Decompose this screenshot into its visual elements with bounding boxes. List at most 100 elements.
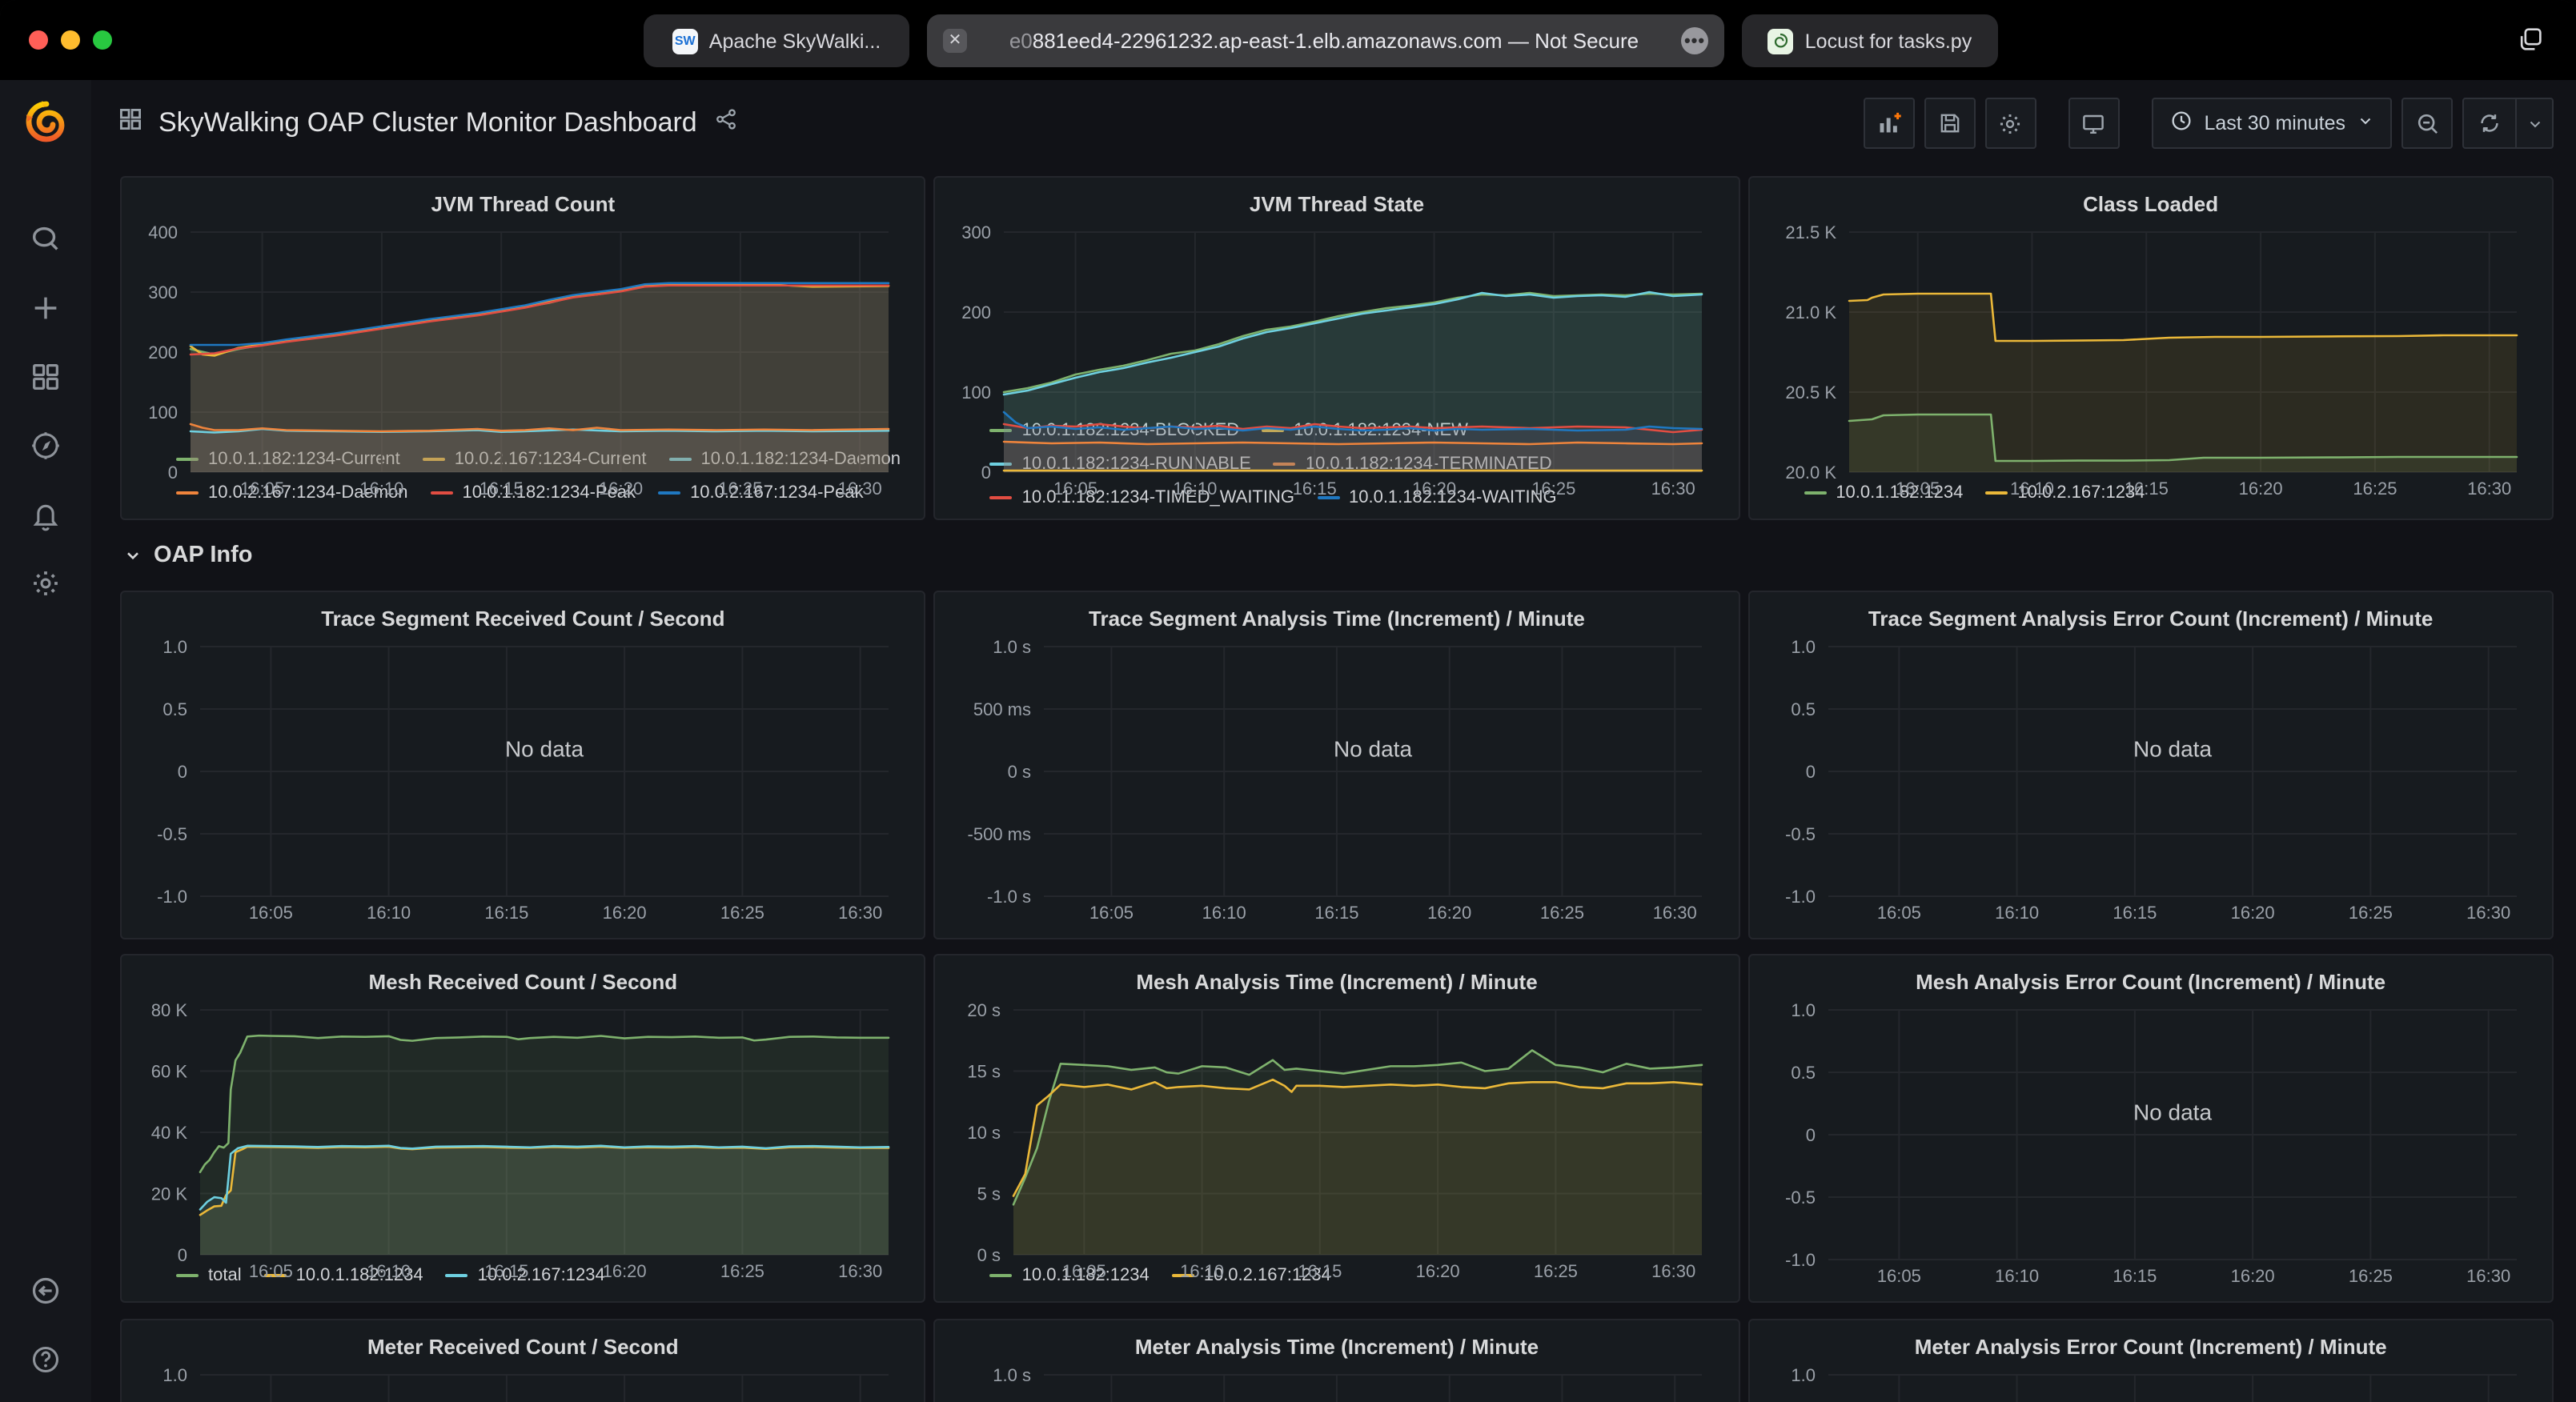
- share-icon[interactable]: [715, 107, 739, 139]
- dashboard-canvas: JVM Thread Count 16:0516:1016:1516:2016:…: [91, 166, 2576, 1402]
- url-security-label: — Not Secure: [1508, 29, 1639, 53]
- panel-title[interactable]: Meter Received Count / Second: [138, 1330, 909, 1365]
- panel-title[interactable]: Mesh Analysis Time (Increment) / Minute: [952, 965, 1723, 1000]
- panel-chart[interactable]: 16:0516:1016:1516:2016:2516:300100200300: [952, 222, 1723, 408]
- panel-title[interactable]: JVM Thread Count: [138, 187, 909, 222]
- tab-title: Locust for tasks.py: [1805, 30, 1972, 52]
- panel-chart[interactable]: 16:0516:1016:1516:2016:2516:300 s5 s10 s…: [952, 1000, 1723, 1253]
- svg-text:16:20: 16:20: [2230, 1266, 2274, 1286]
- panel-title[interactable]: Mesh Analysis Error Count (Increment) / …: [1765, 965, 2536, 1000]
- svg-text:15 s: 15 s: [968, 1062, 1001, 1082]
- sidebar-menu: [28, 221, 63, 600]
- panel-title[interactable]: Mesh Received Count / Second: [138, 965, 909, 1000]
- time-range-label: Last 30 minutes: [2205, 112, 2346, 134]
- tab-close-icon[interactable]: ✕: [943, 29, 967, 53]
- svg-text:300: 300: [148, 282, 178, 302]
- panel-title[interactable]: Trace Segment Analysis Time (Increment) …: [952, 602, 1723, 637]
- dashboard-settings-button[interactable]: [1985, 98, 2036, 149]
- svg-text:200: 200: [148, 342, 178, 363]
- panel-title[interactable]: Class Loaded: [1765, 187, 2536, 222]
- panel-chart[interactable]: 16:0516:1016:1516:2016:2516:30-1.0 s-500…: [952, 1365, 1723, 1402]
- configuration-gear-icon[interactable]: [28, 565, 63, 600]
- svg-text:0.5: 0.5: [1791, 699, 1816, 719]
- section-row-oap-info[interactable]: OAP Info: [120, 520, 2554, 591]
- svg-text:16:05: 16:05: [1090, 903, 1134, 923]
- svg-text:16:10: 16:10: [1994, 1266, 2038, 1286]
- svg-text:16:10: 16:10: [367, 1261, 411, 1281]
- save-dashboard-button[interactable]: [1924, 98, 1976, 149]
- panel-title[interactable]: Trace Segment Analysis Error Count (Incr…: [1765, 602, 2536, 637]
- svg-text:-0.5: -0.5: [1784, 1188, 1815, 1208]
- panel-title[interactable]: JVM Thread State: [952, 187, 1723, 222]
- svg-text:16:15: 16:15: [484, 903, 528, 923]
- zoom-out-time-button[interactable]: [2401, 98, 2453, 149]
- panel-meter-analysis-error: Meter Analysis Error Count (Increment) /…: [1747, 1319, 2554, 1402]
- sign-out-icon[interactable]: [28, 1272, 63, 1308]
- panel-chart[interactable]: 16:0516:1016:1516:2016:2516:30-1.0-0.500…: [138, 1365, 909, 1402]
- svg-text:16:15: 16:15: [1293, 479, 1337, 499]
- svg-text:16:20: 16:20: [1428, 903, 1472, 923]
- window-close-button[interactable]: [29, 30, 48, 50]
- panel-jvm-thread-count: JVM Thread Count 16:0516:1016:1516:2016:…: [120, 176, 926, 520]
- tab-apache-skywalking[interactable]: SW Apache SkyWalki...: [644, 14, 909, 67]
- svg-text:-0.5: -0.5: [1784, 824, 1815, 844]
- panel-row-jvm: JVM Thread Count 16:0516:1016:1516:2016:…: [120, 176, 2554, 520]
- svg-text:16:30: 16:30: [838, 903, 882, 923]
- svg-text:16:05: 16:05: [1876, 1266, 1920, 1286]
- browser-window: SW Apache SkyWalki... ✕ e0881eed4-229612…: [0, 0, 2576, 1402]
- refresh-button-group: [2462, 98, 2554, 149]
- alerting-bell-icon[interactable]: [28, 496, 63, 531]
- dashboards-icon[interactable]: [28, 359, 63, 394]
- time-range-picker[interactable]: Last 30 minutes: [2152, 98, 2393, 149]
- tab-overview-button[interactable]: [2517, 26, 2544, 61]
- panel-chart[interactable]: 16:0516:1016:1516:2016:2516:30-1.0 s-500…: [952, 637, 1723, 928]
- create-plus-icon[interactable]: [28, 290, 63, 325]
- panel-chart[interactable]: 16:0516:1016:1516:2016:2516:30-1.0-0.500…: [1765, 637, 2536, 928]
- tab-grafana-dashboard-active[interactable]: ✕ e0881eed4-22961232.ap-east-1.elb.amazo…: [927, 14, 1724, 67]
- svg-text:16:30: 16:30: [1652, 1261, 1696, 1281]
- window-minimize-button[interactable]: [61, 30, 80, 50]
- dashboard-grid-icon: [117, 106, 144, 141]
- svg-text:60 K: 60 K: [151, 1062, 188, 1082]
- svg-text:0: 0: [981, 463, 991, 483]
- panel-chart[interactable]: 16:0516:1016:1516:2016:2516:300100200300…: [138, 222, 909, 437]
- svg-text:0 s: 0 s: [977, 1245, 1001, 1265]
- tab-locust[interactable]: Locust for tasks.py: [1742, 14, 1998, 67]
- panel-chart[interactable]: 16:0516:1016:1516:2016:2516:30-1.0-0.500…: [1765, 1365, 2536, 1402]
- window-zoom-button[interactable]: [93, 30, 112, 50]
- tab-more-icon[interactable]: •••: [1681, 27, 1708, 54]
- svg-text:-0.5: -0.5: [157, 824, 187, 844]
- panel-chart[interactable]: 16:0516:1016:1516:2016:2516:3020.0 K20.5…: [1765, 222, 2536, 471]
- svg-text:0.5: 0.5: [163, 699, 187, 719]
- svg-text:20.5 K: 20.5 K: [1785, 383, 1836, 403]
- help-icon[interactable]: [28, 1341, 63, 1376]
- sidebar-bottom: [28, 1272, 63, 1376]
- refresh-dashboard-button[interactable]: [2464, 99, 2517, 147]
- panel-title[interactable]: Meter Analysis Error Count (Increment) /…: [1765, 1330, 2536, 1365]
- tab-bar: SW Apache SkyWalki... ✕ e0881eed4-229612…: [644, 14, 1998, 67]
- panel-trace-segment-analysis-time: Trace Segment Analysis Time (Increment) …: [934, 591, 1740, 939]
- panel-title[interactable]: Trace Segment Received Count / Second: [138, 602, 909, 637]
- svg-text:-1.0 s: -1.0 s: [988, 887, 1032, 907]
- browser-chrome: SW Apache SkyWalki... ✕ e0881eed4-229612…: [0, 0, 2576, 80]
- panel-title[interactable]: Meter Analysis Time (Increment) / Minute: [952, 1330, 1723, 1365]
- address-url[interactable]: e0881eed4-22961232.ap-east-1.elb.amazona…: [967, 29, 1681, 53]
- cycle-view-mode-button[interactable]: [2068, 98, 2120, 149]
- explore-compass-icon[interactable]: [28, 427, 63, 463]
- search-icon[interactable]: [28, 221, 63, 256]
- svg-text:21.0 K: 21.0 K: [1785, 302, 1836, 322]
- refresh-interval-dropdown[interactable]: [2517, 99, 2552, 147]
- panel-row-trace-segment: Trace Segment Received Count / Second 16…: [120, 591, 2554, 939]
- panel-chart[interactable]: 16:0516:1016:1516:2016:2516:30-1.0-0.500…: [1765, 1000, 2536, 1292]
- svg-text:16:10: 16:10: [1994, 903, 2038, 923]
- panel-chart[interactable]: 16:0516:1016:1516:2016:2516:30-1.0-0.500…: [138, 637, 909, 928]
- grafana-logo[interactable]: [18, 96, 73, 150]
- add-panel-button[interactable]: [1864, 98, 1915, 149]
- panel-chart[interactable]: 16:0516:1016:1516:2016:2516:30020 K40 K6…: [138, 1000, 909, 1253]
- locust-favicon: [1768, 28, 1794, 54]
- panel-class-loaded: Class Loaded 16:0516:1016:1516:2016:2516…: [1747, 176, 2554, 520]
- tab-title: Apache SkyWalki...: [709, 30, 881, 52]
- panel-mesh-analysis-time: Mesh Analysis Time (Increment) / Minute …: [934, 954, 1740, 1303]
- svg-text:0: 0: [178, 1245, 187, 1265]
- svg-text:16:20: 16:20: [599, 479, 643, 499]
